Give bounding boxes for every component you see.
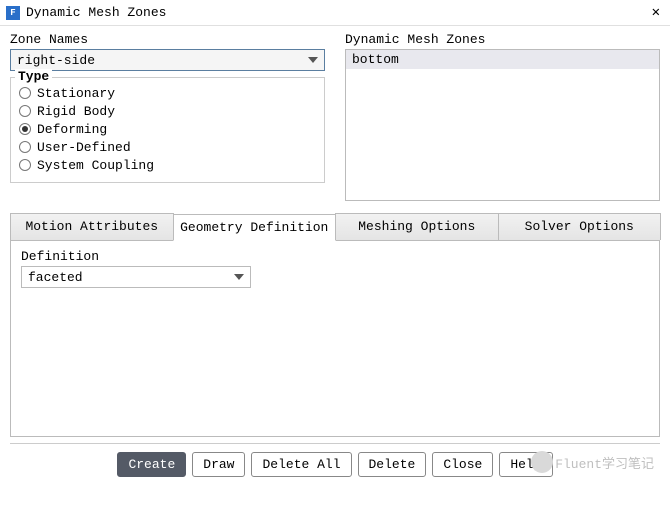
definition-label: Definition xyxy=(21,249,649,264)
delete-button[interactable]: Delete xyxy=(358,452,427,477)
definition-value: faceted xyxy=(28,270,83,285)
definition-combo[interactable]: faceted xyxy=(21,266,251,288)
window-title: Dynamic Mesh Zones xyxy=(26,5,648,20)
delete-all-button[interactable]: Delete All xyxy=(251,452,351,477)
zone-names-label: Zone Names xyxy=(10,32,325,47)
chevron-down-icon xyxy=(234,274,244,280)
type-radio-stationary[interactable]: Stationary xyxy=(19,84,316,102)
list-item[interactable]: bottom xyxy=(346,50,659,69)
type-radio-system-coupling[interactable]: System Coupling xyxy=(19,156,316,174)
type-radio-label: User-Defined xyxy=(37,140,131,155)
dmz-listbox[interactable]: bottom xyxy=(345,49,660,201)
tab-bar: Motion Attributes Geometry Definition Me… xyxy=(10,213,660,241)
radio-icon xyxy=(19,105,31,117)
type-legend: Type xyxy=(15,69,52,84)
tab-solver-options[interactable]: Solver Options xyxy=(498,213,662,240)
footer-button-row: Create Draw Delete All Delete Close Help… xyxy=(10,443,660,477)
zone-names-combo[interactable]: right-side xyxy=(10,49,325,71)
radio-icon xyxy=(19,123,31,135)
type-radio-label: Stationary xyxy=(37,86,115,101)
type-group: Type Stationary Rigid Body Deforming Use… xyxy=(10,77,325,183)
dmz-list-label: Dynamic Mesh Zones xyxy=(345,32,660,47)
close-button[interactable]: Close xyxy=(432,452,493,477)
chevron-down-icon xyxy=(308,57,318,63)
close-icon[interactable]: ✕ xyxy=(648,4,664,21)
help-button[interactable]: Help xyxy=(499,452,552,477)
draw-button[interactable]: Draw xyxy=(192,452,245,477)
zone-names-value: right-side xyxy=(17,53,95,68)
type-radio-deforming[interactable]: Deforming xyxy=(19,120,316,138)
type-radio-label: System Coupling xyxy=(37,158,154,173)
type-radio-rigid-body[interactable]: Rigid Body xyxy=(19,102,316,120)
tab-panel-geometry-definition: Definition faceted xyxy=(10,241,660,437)
type-radio-user-defined[interactable]: User-Defined xyxy=(19,138,316,156)
tab-meshing-options[interactable]: Meshing Options xyxy=(335,213,499,240)
app-icon: F xyxy=(6,6,20,20)
title-bar: F Dynamic Mesh Zones ✕ xyxy=(0,0,670,26)
radio-icon xyxy=(19,141,31,153)
radio-icon xyxy=(19,87,31,99)
tab-motion-attributes[interactable]: Motion Attributes xyxy=(10,213,174,240)
create-button[interactable]: Create xyxy=(117,452,186,477)
type-radio-label: Deforming xyxy=(37,122,107,137)
watermark-text: Fluent学习笔记 xyxy=(555,453,654,472)
tab-geometry-definition[interactable]: Geometry Definition xyxy=(173,214,337,241)
radio-icon xyxy=(19,159,31,171)
type-radio-label: Rigid Body xyxy=(37,104,115,119)
